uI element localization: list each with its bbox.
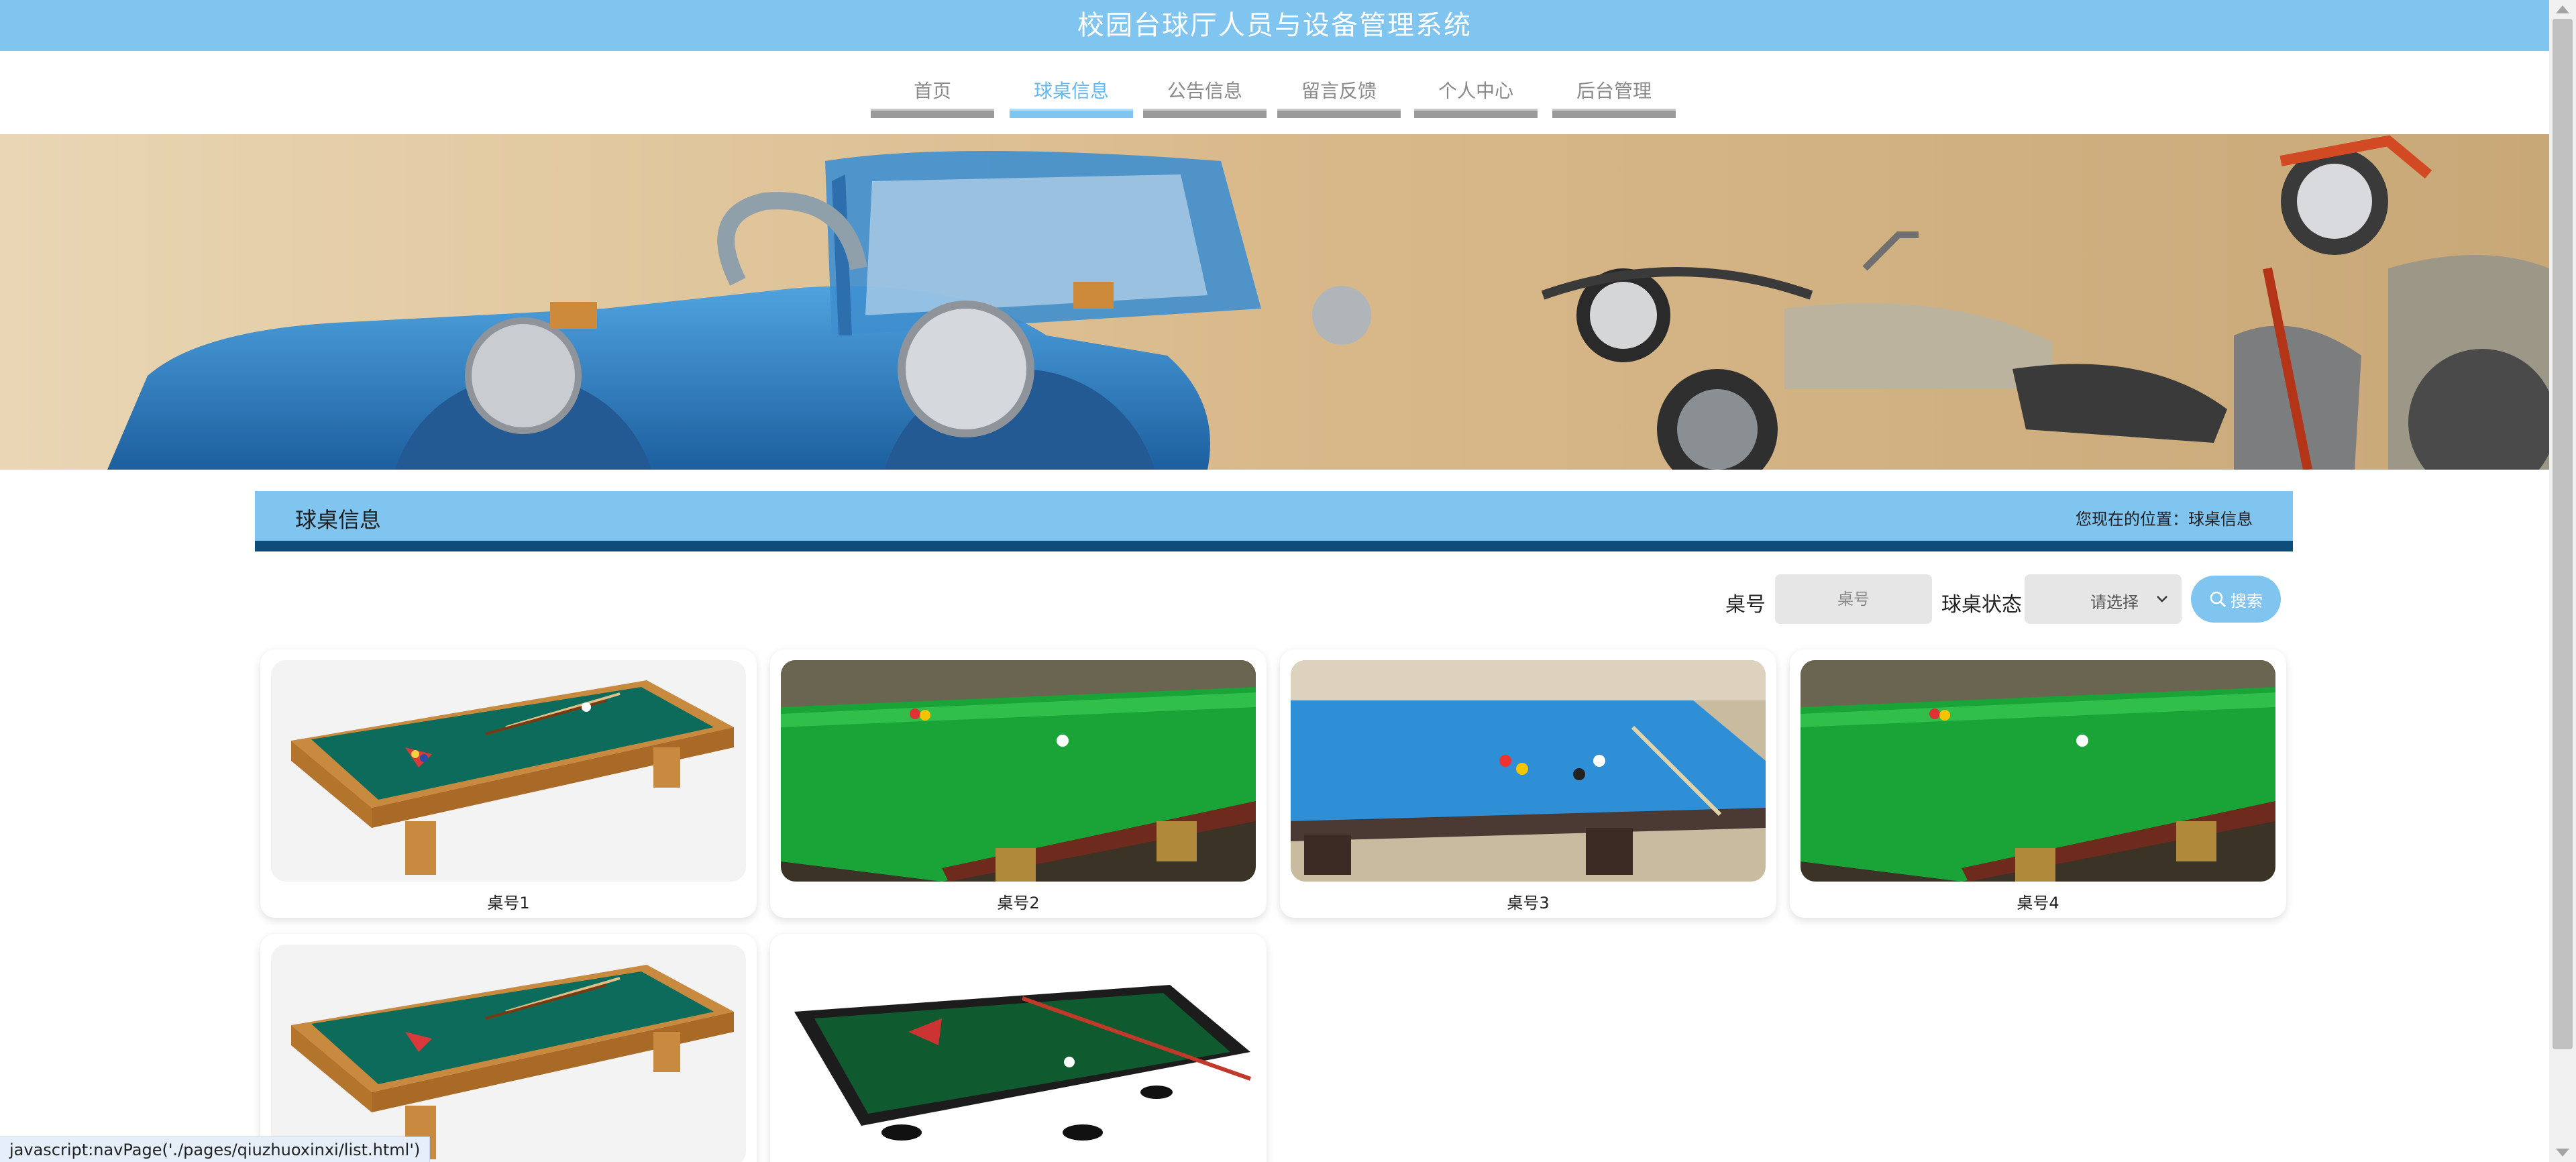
table-no-input[interactable] bbox=[1775, 574, 1932, 624]
table-image bbox=[271, 660, 746, 882]
table-no-label: 桌号 bbox=[1725, 593, 1766, 617]
table-card[interactable]: 桌号2 bbox=[770, 649, 1267, 918]
nav-feedback[interactable]: 留言反馈 bbox=[1277, 51, 1401, 134]
table-image bbox=[1801, 660, 2275, 882]
main-nav: 首页 球桌信息 公告信息 留言反馈 个人中心 后台管理 bbox=[0, 51, 2549, 134]
table-status-label: 球桌状态 bbox=[1941, 593, 2022, 617]
nav-home-label: 首页 bbox=[913, 80, 951, 102]
scrollbar-thumb[interactable] bbox=[2553, 19, 2573, 1049]
site-title: 校园台球厅人员与设备管理系统 bbox=[1077, 10, 1472, 41]
nav-underline bbox=[1414, 109, 1538, 118]
nav-underline bbox=[871, 109, 994, 118]
table-image bbox=[781, 660, 1256, 882]
page: 校园台球厅人员与设备管理系统 首页 球桌信息 公告信息 留言反馈 个人中心 后台… bbox=[0, 0, 2576, 1162]
status-bar: javascript:navPage('./pages/qiuzhuoxinxi… bbox=[0, 1137, 431, 1162]
search-icon bbox=[2210, 591, 2226, 608]
nav-admin-label: 后台管理 bbox=[1576, 80, 1652, 102]
table-card[interactable]: 桌号3 bbox=[1280, 649, 1776, 918]
table-card[interactable] bbox=[770, 934, 1267, 1162]
table-image bbox=[271, 945, 746, 1162]
table-name: 桌号2 bbox=[997, 894, 1040, 912]
table-image bbox=[1291, 660, 1766, 882]
table-name: 桌号3 bbox=[1507, 894, 1550, 912]
table-card[interactable]: 桌号4 bbox=[1790, 649, 2286, 918]
search-button-label: 搜索 bbox=[2231, 591, 2263, 611]
nav-profile[interactable]: 个人中心 bbox=[1414, 51, 1538, 134]
nav-underline bbox=[1552, 109, 1676, 118]
nav-notices-label: 公告信息 bbox=[1167, 80, 1242, 102]
chevron-down-icon bbox=[2157, 596, 2167, 602]
table-name: 桌号1 bbox=[487, 894, 530, 912]
section-header: 球桌信息 您现在的位置：球桌信息 bbox=[255, 491, 2293, 551]
breadcrumb: 您现在的位置：球桌信息 bbox=[2076, 510, 2253, 529]
nav-tables[interactable]: 球桌信息 bbox=[1010, 51, 1133, 134]
scroll-up-icon[interactable] bbox=[2556, 5, 2569, 13]
table-status-select[interactable]: 请选择 bbox=[2025, 574, 2182, 624]
nav-underline bbox=[1010, 109, 1133, 118]
nav-tables-label: 球桌信息 bbox=[1033, 80, 1109, 102]
table-status-value: 请选择 bbox=[2090, 593, 2139, 612]
table-card[interactable] bbox=[260, 934, 757, 1162]
nav-admin[interactable]: 后台管理 bbox=[1552, 51, 1676, 134]
table-card[interactable]: 桌号1 bbox=[260, 649, 757, 918]
top-header: 校园台球厅人员与设备管理系统 bbox=[0, 0, 2549, 51]
nav-notices[interactable]: 公告信息 bbox=[1143, 51, 1267, 134]
hero-banner bbox=[0, 134, 2549, 470]
scroll-down-icon[interactable] bbox=[2556, 1149, 2569, 1157]
table-image bbox=[781, 945, 1256, 1162]
nav-home[interactable]: 首页 bbox=[871, 51, 994, 134]
nav-underline bbox=[1277, 109, 1401, 118]
banner-image bbox=[0, 134, 2549, 470]
search-button[interactable]: 搜索 bbox=[2191, 576, 2281, 623]
nav-feedback-label: 留言反馈 bbox=[1301, 80, 1377, 102]
section-title: 球桌信息 bbox=[295, 507, 382, 533]
nav-profile-label: 个人中心 bbox=[1438, 80, 1513, 102]
table-name: 桌号4 bbox=[2017, 894, 2059, 912]
nav-underline bbox=[1143, 109, 1267, 118]
